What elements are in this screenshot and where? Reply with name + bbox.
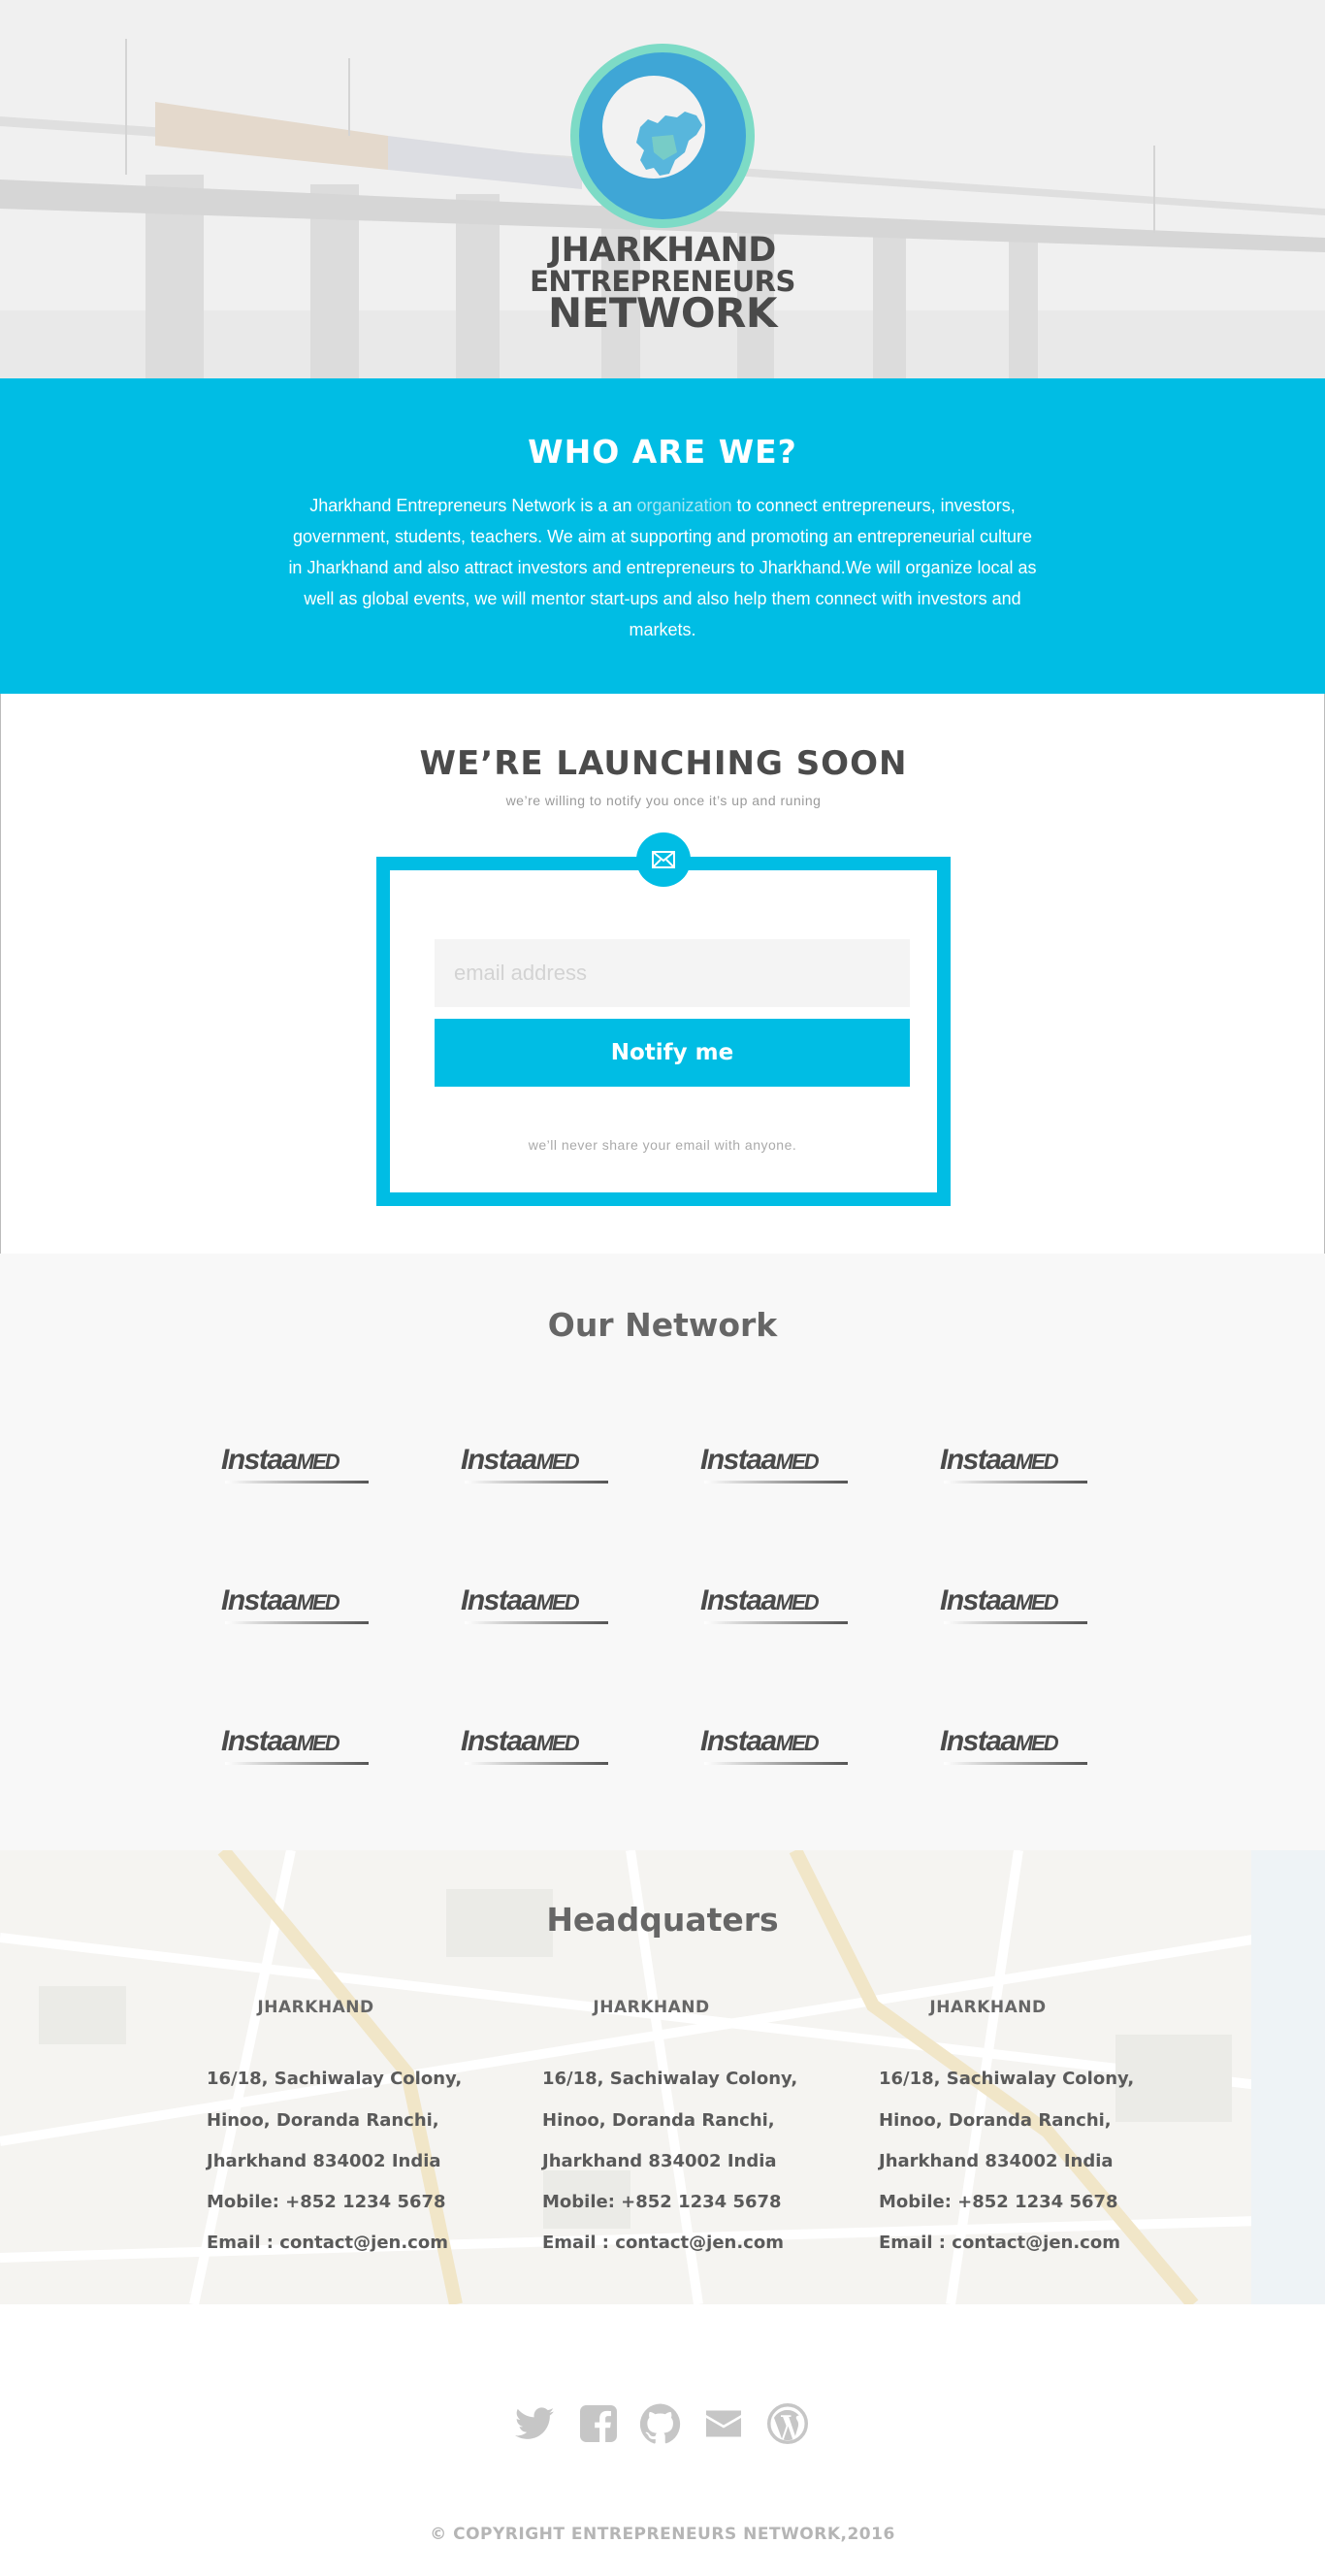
partner-logo[interactable]: InstaaMED xyxy=(221,1584,386,1633)
office-line2: Hinoo, Doranda Ranchi, xyxy=(542,2110,775,2131)
about-title: WHO ARE WE? xyxy=(528,433,797,471)
partner-logo-text: InstaaMED xyxy=(221,1444,340,1476)
partner-logo-text: InstaaMED xyxy=(700,1584,820,1616)
partner-logo-underline xyxy=(704,1481,848,1484)
partner-logo-text: InstaaMED xyxy=(940,1725,1059,1757)
headquarters-title: Headquaters xyxy=(546,1901,779,1939)
partner-logo-underline xyxy=(225,1621,369,1624)
wordpress-icon[interactable] xyxy=(765,2401,810,2446)
mail-icon[interactable] xyxy=(701,2401,746,2446)
notify-me-button[interactable]: Notify me xyxy=(435,1019,910,1087)
partner-logo-text: InstaaMED xyxy=(700,1444,820,1476)
hero-section: JHARKHAND ENTREPRENEURS NETWORK xyxy=(0,0,1325,378)
office-email[interactable]: Email : contact@jen.com xyxy=(207,2233,448,2253)
partner-logo-text: InstaaMED xyxy=(940,1584,1059,1616)
headquarters-section: Headquaters JHARKHAND 16/18, Sachiwalay C… xyxy=(0,1850,1325,2304)
partner-logo[interactable]: InstaaMED xyxy=(940,1584,1105,1633)
twitter-icon[interactable] xyxy=(512,2401,557,2446)
office-city: JHARKHAND xyxy=(257,1998,374,2017)
partner-logo-underline xyxy=(225,1762,369,1765)
partner-logo-text: InstaaMED xyxy=(461,1725,580,1757)
office-mobile: Mobile: +852 1234 5678 xyxy=(879,2192,1118,2212)
partner-logo[interactable]: InstaaMED xyxy=(221,1444,386,1492)
envelope-icon xyxy=(636,832,691,887)
launch-title: WE’RE LAUNCHING SOON xyxy=(419,744,908,783)
about-organization-link[interactable]: organization xyxy=(636,496,731,515)
email-address-input[interactable] xyxy=(435,939,910,1007)
partner-logo-text: InstaaMED xyxy=(461,1584,580,1616)
partner-logo[interactable]: InstaaMED xyxy=(940,1444,1105,1492)
office-line3: Jharkhand 834002 India xyxy=(542,2151,777,2171)
partner-logo[interactable]: InstaaMED xyxy=(700,1444,865,1492)
launch-subtitle: we’re willing to notify you once it’s up… xyxy=(505,793,822,808)
about-section: WHO ARE WE? Jharkhand Entrepreneurs Netw… xyxy=(0,378,1325,694)
office-line3: Jharkhand 834002 India xyxy=(879,2151,1114,2171)
partner-logo-underline xyxy=(944,1621,1087,1624)
office-line3: Jharkhand 834002 India xyxy=(207,2151,441,2171)
office-line2: Hinoo, Doranda Ranchi, xyxy=(207,2110,439,2131)
office-email[interactable]: Email : contact@jen.com xyxy=(542,2233,784,2253)
partner-logo-underline xyxy=(944,1481,1087,1484)
office-mobile: Mobile: +852 1234 5678 xyxy=(207,2192,446,2212)
partner-logo[interactable]: InstaaMED xyxy=(940,1725,1105,1774)
partner-logo-underline xyxy=(465,1621,608,1624)
office-line1: 16/18, Sachiwalay Colony, xyxy=(207,2069,463,2089)
partner-logo-text: InstaaMED xyxy=(221,1584,340,1616)
office-mobile: Mobile: +852 1234 5678 xyxy=(542,2192,782,2212)
office-line1: 16/18, Sachiwalay Colony, xyxy=(542,2069,798,2089)
footer: © COPYRIGHT ENTREPRENEURS NETWORK,2016 xyxy=(0,2304,1325,2576)
office-city: JHARKHAND xyxy=(593,1998,710,2017)
partner-logo-text: InstaaMED xyxy=(700,1725,820,1757)
copyright-text: © COPYRIGHT ENTREPRENEURS NETWORK,2016 xyxy=(430,2525,895,2544)
github-icon[interactable] xyxy=(638,2401,683,2446)
office-line1: 16/18, Sachiwalay Colony, xyxy=(879,2069,1135,2089)
partner-logo-underline xyxy=(704,1621,848,1624)
about-text-before: Jharkhand Entrepreneurs Network is a an xyxy=(309,496,637,515)
office-city: JHARKHAND xyxy=(929,1998,1047,2017)
partner-logo-underline xyxy=(465,1762,608,1765)
partner-logo-underline xyxy=(944,1762,1087,1765)
about-text-after: to connect entrepreneurs, investors, gov… xyxy=(288,496,1037,639)
logo-title-line3: NETWORK xyxy=(548,289,777,337)
office-email[interactable]: Email : contact@jen.com xyxy=(879,2233,1120,2253)
partner-logo[interactable]: InstaaMED xyxy=(221,1725,386,1774)
partner-logo-text: InstaaMED xyxy=(221,1725,340,1757)
partner-logo[interactable]: InstaaMED xyxy=(461,1584,626,1633)
partner-logo-text: InstaaMED xyxy=(461,1444,580,1476)
partner-logo[interactable]: InstaaMED xyxy=(700,1725,865,1774)
partner-logo[interactable]: InstaaMED xyxy=(461,1444,626,1492)
partner-logo-underline xyxy=(225,1481,369,1484)
office-line2: Hinoo, Doranda Ranchi, xyxy=(879,2110,1112,2131)
network-title: Our Network xyxy=(547,1306,778,1344)
privacy-note: we’ll never share your email with anyone… xyxy=(528,1137,797,1153)
partner-logo-underline xyxy=(704,1762,848,1765)
jen-emblem-logo xyxy=(570,44,755,228)
partner-logo-text: InstaaMED xyxy=(940,1444,1059,1476)
partner-logo[interactable]: InstaaMED xyxy=(700,1584,865,1633)
partner-logo[interactable]: InstaaMED xyxy=(461,1725,626,1774)
logo-title-line1: JHARKHAND xyxy=(549,231,776,270)
partner-logo-underline xyxy=(465,1481,608,1484)
facebook-icon[interactable] xyxy=(576,2401,621,2446)
network-section: Our Network InstaaMED InstaaMED InstaaMED I… xyxy=(0,1254,1325,1850)
about-text: Jharkhand Entrepreneurs Network is a an … xyxy=(284,490,1041,645)
